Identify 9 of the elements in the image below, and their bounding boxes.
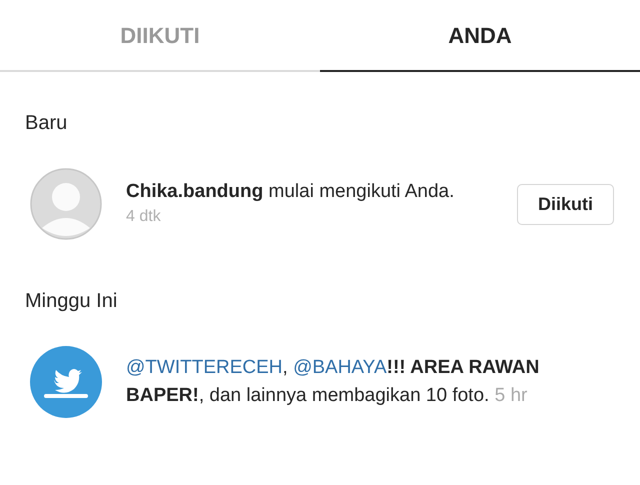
section-heading: Baru <box>24 111 68 136</box>
following-button[interactable]: Diikuti <box>516 184 614 224</box>
bird-avatar-icon <box>30 346 102 418</box>
timestamp: 4 dtk <box>126 207 162 227</box>
notification-text: @TWITTERECEH, @BAHAYA!!! AREA RAWAN BAPER!, dan lainnya membagikan 10 foto. 5 hr <box>126 356 540 408</box>
tab[interactable]: ANDA <box>320 0 640 72</box>
section-heading: Minggu Ini <box>24 289 118 314</box>
notification-text: Chika.bandung mulai mengikuti Anda. <box>126 180 456 204</box>
avatar-icon <box>30 168 102 240</box>
